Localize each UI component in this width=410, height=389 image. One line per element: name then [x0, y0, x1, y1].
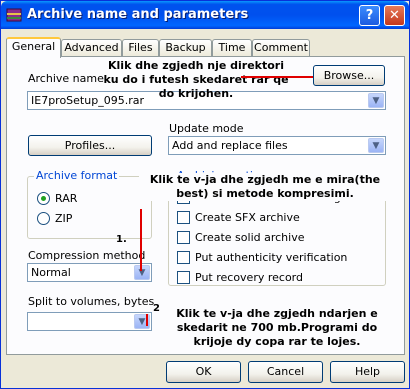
help-button[interactable]: Help [330, 361, 405, 383]
chevron-down-icon[interactable]: ▼ [134, 265, 150, 280]
option-authenticity: Put authenticity verification [195, 251, 348, 264]
checkbox-recovery[interactable] [177, 271, 190, 284]
radio-rar[interactable] [37, 192, 50, 205]
compression-method-select[interactable]: Normal ▼ [27, 263, 152, 282]
archive-format-group: Archive format [27, 169, 152, 239]
update-mode-value: Add and replace files [172, 139, 288, 152]
tab-files[interactable]: Files [122, 39, 159, 57]
tab-advanced[interactable]: Advanced [61, 39, 122, 57]
compression-method-label: Compression method [28, 249, 146, 262]
close-title-button[interactable]: ✕ [384, 5, 405, 26]
option-create-sfx: Create SFX archive [195, 211, 300, 224]
radio-zip-label: ZIP [55, 212, 73, 225]
format-annotation: Klik te v-ja dhe zgjedh me e mira(the be… [139, 173, 391, 201]
winrar-app-icon [6, 8, 22, 22]
radio-rar-label: RAR [55, 192, 78, 205]
help-title-button[interactable]: ? [359, 5, 380, 26]
update-mode-select[interactable]: Add and replace files ▼ [168, 136, 386, 155]
option-recovery: Put recovery record [195, 271, 303, 284]
browse-arrow-line [241, 76, 313, 78]
tab-comment[interactable]: Comment [252, 39, 310, 57]
option-create-solid: Create solid archive [195, 231, 305, 244]
checkbox-create-sfx[interactable] [177, 211, 190, 224]
browse-button[interactable]: Browse... [313, 65, 385, 86]
compression-method-value: Normal [31, 266, 71, 279]
split-arrow-line [146, 314, 148, 326]
format-arrow-line [140, 209, 142, 271]
browse-annotation: Klik dhe zgjedh nje direktori ku do i fu… [103, 59, 289, 100]
tab-time[interactable]: Time [212, 39, 252, 57]
dialog-window: Archive name and parameters ? ✕ General … [0, 0, 410, 389]
split-volumes-combo[interactable]: ▼ [27, 312, 152, 331]
marker-two: 2 [153, 303, 160, 314]
cancel-button[interactable]: Cancel [248, 361, 323, 383]
window-title: Archive name and parameters [27, 7, 249, 22]
title-bar[interactable]: Archive name and parameters ? ✕ [1, 1, 409, 29]
update-mode-label: Update mode [169, 122, 244, 135]
ok-button[interactable]: OK [166, 361, 241, 383]
split-volumes-label: Split to volumes, bytes [28, 295, 155, 308]
tab-backup[interactable]: Backup [159, 39, 212, 57]
archive-name-label: Archive name [28, 72, 104, 85]
checkbox-authenticity[interactable] [177, 251, 190, 264]
archive-format-label: Archive format [34, 169, 120, 182]
chevron-down-icon[interactable]: ▼ [368, 93, 384, 108]
marker-one: 1. [116, 234, 127, 245]
chevron-down-icon[interactable]: ▼ [368, 138, 384, 153]
split-annotation: Klik te v-ja dhe zgjedh ndarjen e skedar… [161, 307, 393, 349]
profiles-button[interactable]: Profiles... [28, 135, 152, 156]
checkbox-create-solid[interactable] [177, 231, 190, 244]
radio-zip[interactable] [37, 212, 50, 225]
tab-general[interactable]: General [6, 37, 61, 58]
